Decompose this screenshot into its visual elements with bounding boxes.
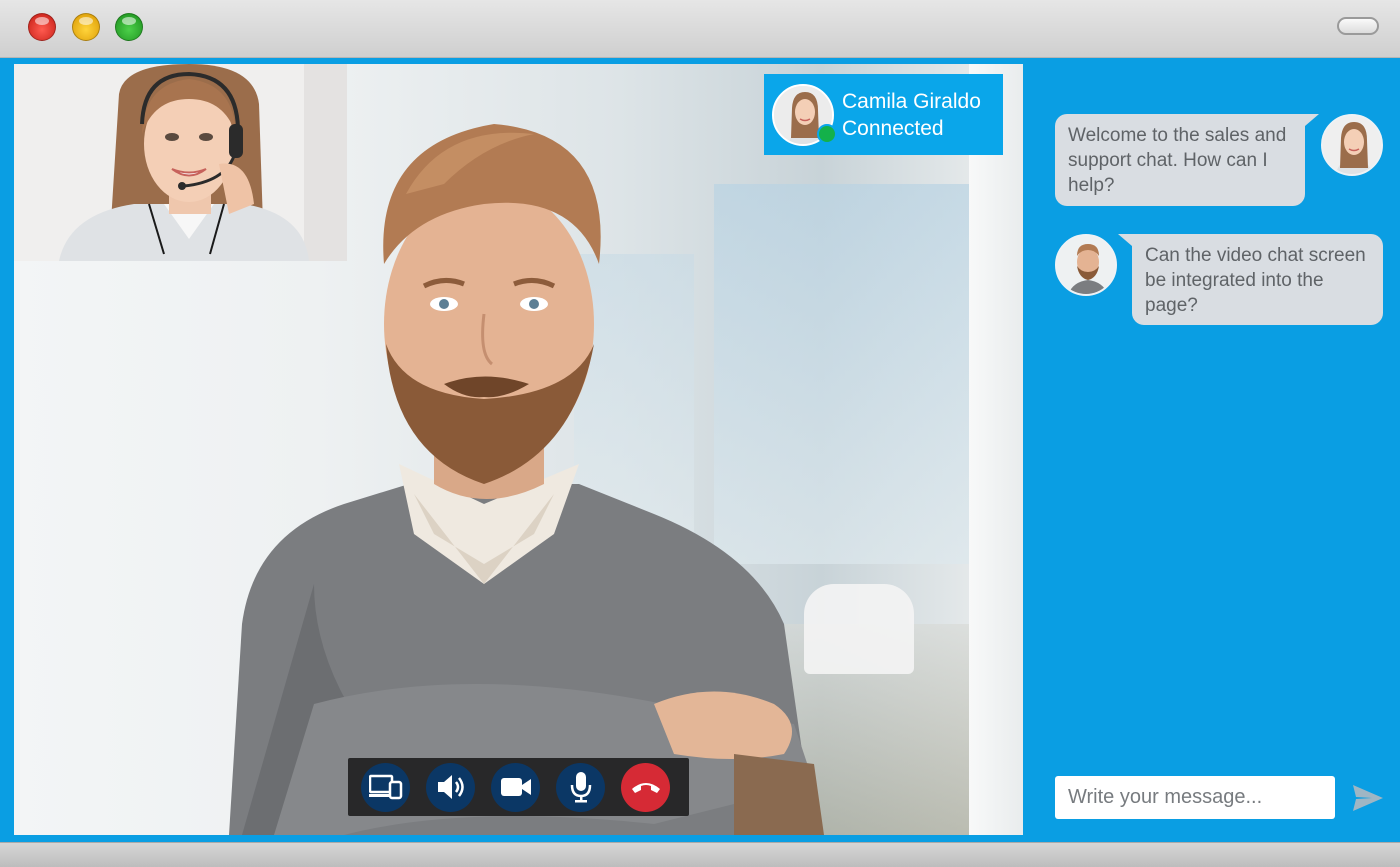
camera-icon: [500, 778, 531, 796]
speaker-button[interactable]: [426, 762, 475, 812]
chat-message-agent: Welcome to the sales and support chat. H…: [1055, 114, 1319, 206]
camera-button[interactable]: [491, 762, 540, 812]
window-bottom-bar: [0, 842, 1400, 867]
message-input[interactable]: [1055, 776, 1335, 819]
screen-share-icon: [368, 774, 402, 800]
send-icon[interactable]: [1352, 784, 1384, 812]
maximize-window-button[interactable]: [115, 13, 143, 41]
user-avatar: [1055, 234, 1117, 296]
contact-name: Camila Giraldo: [842, 89, 981, 113]
call-controls-bar: [348, 758, 689, 816]
app-content: Camila Giraldo Connected Welcome to the …: [0, 58, 1400, 842]
contact-status-badge: Camila Giraldo Connected: [764, 74, 1003, 155]
screen-share-button[interactable]: [361, 762, 410, 812]
hang-up-icon: [631, 783, 660, 793]
chat-message-user: Can the video chat screen be integrated …: [1118, 234, 1383, 325]
window-toolbar-toggle[interactable]: [1337, 17, 1379, 35]
online-status-dot: [817, 124, 837, 144]
self-view-video: [14, 64, 347, 261]
hang-up-button[interactable]: [621, 762, 670, 812]
window-titlebar: [0, 0, 1400, 58]
microphone-icon: [570, 772, 591, 803]
close-window-button[interactable]: [28, 13, 56, 41]
minimize-window-button[interactable]: [72, 13, 100, 41]
agent-avatar: [1321, 114, 1383, 176]
self-view-image: [14, 64, 347, 261]
remote-video: Camila Giraldo Connected: [14, 64, 1023, 835]
speaker-icon: [437, 775, 464, 799]
microphone-button[interactable]: [556, 762, 605, 812]
contact-status: Connected: [842, 116, 944, 140]
